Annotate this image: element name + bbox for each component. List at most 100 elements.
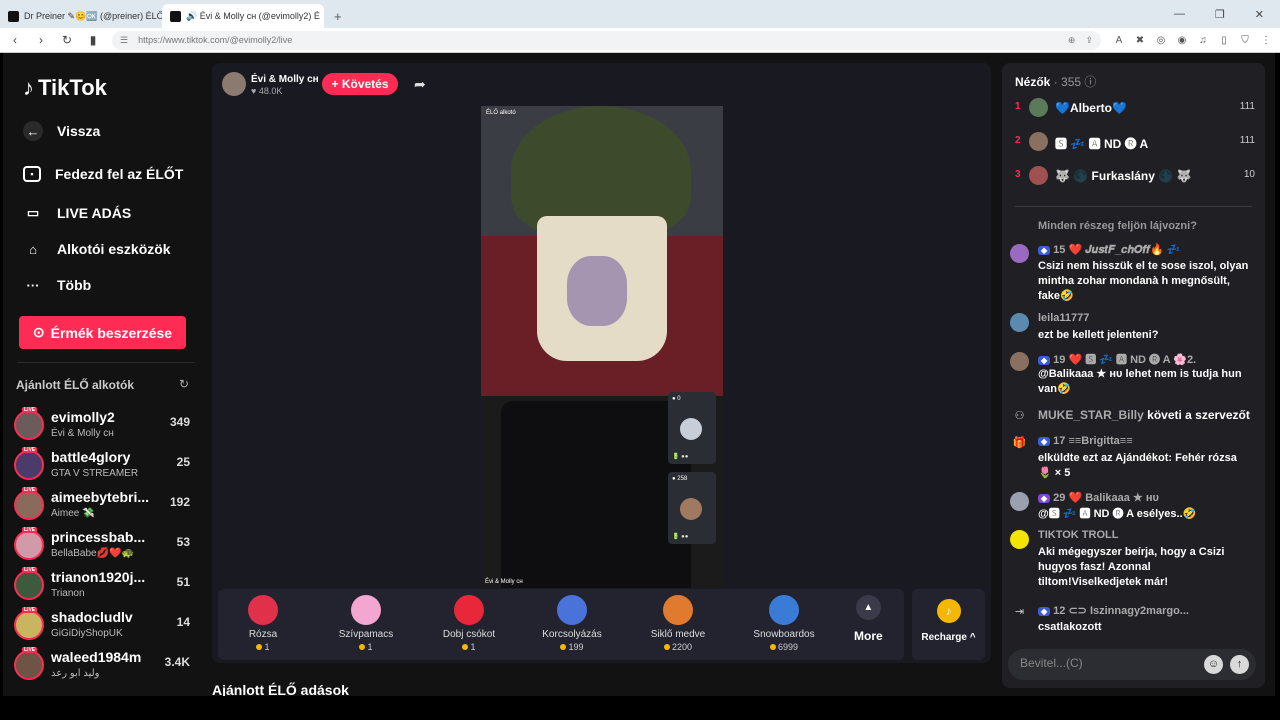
recommended-creator[interactable]: LIVE battle4glory GTA V STREAMER 25	[14, 447, 194, 483]
gift-name: Dobj csókot	[442, 629, 496, 640]
guest-name: 🔋 ●●	[672, 534, 689, 540]
send-icon[interactable]: ↑	[1230, 655, 1249, 674]
chat-input-box: ☺ ↑	[1008, 649, 1256, 680]
live-badge: LIVE	[22, 607, 38, 613]
extension-icon[interactable]: ◎	[1155, 35, 1167, 46]
top-viewer-row[interactable]: 2 🆂 💤 🅰 ND 🅡 A 111	[1015, 131, 1255, 153]
message-user[interactable]: ◆ 29 ❤️ Balikaaa ★ ʜᴜ	[1038, 491, 1159, 504]
nav-creator-tools[interactable]: ⌂ Alkotói eszközök	[23, 239, 171, 259]
message-user[interactable]: ◆ 12 ⊂⊃ Iszinnagy2margo...	[1038, 604, 1189, 617]
tiktok-logo[interactable]: ♪ TikTok	[23, 75, 107, 101]
nav-explore-live[interactable]: ▪ Fedezd fel az ÉLŐT	[23, 166, 183, 182]
browser-tab-active[interactable]: 🔊 Évi & Molly ᴄʜ (@evimolly2) É ✕	[162, 4, 324, 28]
gift-item[interactable]: Snowboardos 6999	[739, 595, 829, 652]
viewer-count: 25	[176, 455, 190, 469]
tab-title: Dr Preiner ✎😊🆗 (@preiner) ÉLŐ	[24, 10, 162, 21]
message-text: csatlakozott	[1038, 621, 1102, 633]
recharge-button[interactable]: ♪ Recharge ^	[912, 589, 985, 660]
back-icon[interactable]: ‹	[8, 33, 22, 47]
site-info-icon[interactable]: ☰	[120, 35, 128, 46]
avatar[interactable]	[1010, 352, 1029, 371]
restore-icon[interactable]: ❐	[1215, 8, 1225, 21]
play-house-icon: ⌂	[29, 241, 37, 257]
get-coins-button[interactable]: ⊙ Érmék beszerzése	[19, 316, 186, 349]
avatar[interactable]	[1010, 530, 1029, 549]
refresh-icon[interactable]: ↻	[179, 377, 189, 391]
gift-item[interactable]: Szívpamacs 1	[321, 595, 411, 652]
message-user[interactable]: ◆ 17 ≡≡Brigitta≡≡	[1038, 435, 1133, 447]
new-tab-button[interactable]: +	[324, 4, 352, 28]
creator-subtitle: وليد ابو رعد	[51, 668, 100, 679]
host-avatar[interactable]	[222, 72, 246, 96]
creator-name: waleed1984m	[51, 649, 142, 665]
live-badge: LIVE	[22, 527, 38, 533]
avatar[interactable]	[1010, 244, 1029, 263]
message-user[interactable]: TIKTOK TROLL	[1038, 529, 1118, 541]
recommended-creator[interactable]: LIVE princessbab... BellaBabe💋❤️🐢 53	[14, 527, 194, 563]
reload-icon[interactable]: ↻	[60, 33, 74, 47]
music-icon[interactable]: ♫	[1197, 35, 1209, 46]
creator-name: evimolly2	[51, 409, 115, 425]
zoom-icon[interactable]: ⊕	[1068, 35, 1076, 46]
message-user[interactable]: leila11777	[1038, 312, 1089, 324]
recommended-creator[interactable]: LIVE trianon1920j... Trianon 51	[14, 567, 194, 603]
gift-item[interactable]: Dobj csókot 1	[424, 595, 514, 652]
guest-tile[interactable]: ● 0 🔋 ●●	[668, 392, 716, 464]
menu-icon[interactable]: ⋮	[1260, 35, 1272, 46]
bookmark-icon[interactable]: ▮	[86, 33, 100, 47]
minimize-icon[interactable]: —	[1174, 8, 1185, 20]
gift-item[interactable]: Rózsa 1	[218, 595, 308, 652]
viewer-count: 14	[176, 615, 190, 629]
browser-tab[interactable]: Dr Preiner ✎😊🆗 (@preiner) ÉLŐ	[0, 4, 162, 28]
follow-button[interactable]: + Követés	[322, 73, 398, 95]
gift-icon: 🎁	[1012, 437, 1027, 449]
share-icon[interactable]: ➦	[414, 76, 426, 93]
creator-name: trianon1920j...	[51, 569, 146, 585]
top-viewer-row[interactable]: 3 🐺 🌑 Furkaslány 🌑 🐺 10	[1015, 165, 1255, 187]
message-text: Csizi nem hisszük el te sose iszol, olya…	[1038, 260, 1249, 302]
chat-input[interactable]	[1020, 656, 1200, 670]
viewer-score: 10	[1243, 169, 1255, 180]
extension-icon[interactable]: ◉	[1176, 35, 1188, 46]
nav-more[interactable]: ··· Több	[23, 275, 92, 295]
nav-go-live[interactable]: ▭ LIVE ADÁS	[23, 203, 131, 223]
guest-tile[interactable]: ● 258 🔋 ●●	[668, 472, 716, 544]
recommended-creator[interactable]: LIVE waleed1984m وليد ابو رعد 3.4K	[14, 647, 194, 683]
host-name[interactable]: Évi & Molly ᴄʜ	[251, 74, 319, 85]
recommended-creator[interactable]: LIVE evimolly2 Évi & Molly ᴄʜ 349	[14, 407, 194, 443]
more-gifts-button[interactable]: ▲ More	[854, 595, 883, 643]
gift-item[interactable]: Korcsolyázás 199	[527, 595, 617, 652]
shield-icon[interactable]: ⛉	[1239, 35, 1251, 46]
coins-label: Érmék beszerzése	[50, 324, 173, 341]
back-link[interactable]: ← Vissza	[23, 121, 100, 141]
viewer-count: 192	[169, 495, 190, 509]
close-window-icon[interactable]: ✕	[1255, 8, 1264, 21]
avatar	[14, 530, 44, 560]
back-label: Vissza	[57, 123, 101, 139]
address-bar[interactable]: ☰ https://www.tiktok.com/@evimolly2/live…	[112, 30, 1101, 50]
recommended-creator[interactable]: LIVE aimeebytebri... Aimee 💸 192	[14, 487, 194, 523]
top-viewer-row[interactable]: 1 💙Alberto💙 111	[1015, 97, 1255, 119]
live-badge: LIVE	[22, 567, 38, 573]
sidebar-icon[interactable]: ▯	[1218, 35, 1230, 46]
coin-icon	[462, 644, 469, 650]
live-stream-panel: Évi & Molly ᴄʜ ♥ 48.0K + Követés ➦ ÉLŐ a…	[212, 63, 991, 663]
extension-icon[interactable]: ✖	[1134, 35, 1146, 46]
nav-label: Alkotói eszközök	[57, 241, 171, 257]
message-user[interactable]: ◆ 19 ❤️ 🆂 💤 🅰 ND 🅡 A 🌸2.	[1038, 351, 1196, 367]
arrow-left-icon: ←	[23, 121, 43, 141]
help-icon[interactable]: ⓘ	[1084, 75, 1096, 89]
live-video[interactable]: ÉLŐ alkotó Évi & Molly ᴄʜ ● 0 🔋 ●● ● 258…	[481, 106, 723, 588]
gift-name: Szívpamacs	[338, 629, 394, 640]
forward-icon[interactable]: ›	[34, 33, 48, 47]
message-user[interactable]: ◆ 15 ❤️ 𝑱𝒖𝒔𝒕𝑭_𝒄𝒉𝑶𝒇𝒇🔥 💤	[1038, 243, 1181, 257]
avatar[interactable]	[1010, 313, 1029, 332]
share-page-icon[interactable]: ⇪	[1085, 35, 1093, 46]
recommended-creator[interactable]: LIVE shadocludlv GiGiDiyShopUK 14	[14, 607, 194, 643]
avatar[interactable]	[1010, 492, 1029, 511]
gift-item[interactable]: Siklő medve 2200	[633, 595, 723, 652]
logo-text: TikTok	[38, 75, 107, 100]
chat-panel: Nézők · 355 ⓘ 1 💙Alberto💙 111 2 🆂 💤 🅰 ND…	[1002, 63, 1265, 688]
emoji-icon[interactable]: ☺	[1204, 655, 1223, 674]
translate-icon[interactable]: A	[1113, 35, 1125, 46]
